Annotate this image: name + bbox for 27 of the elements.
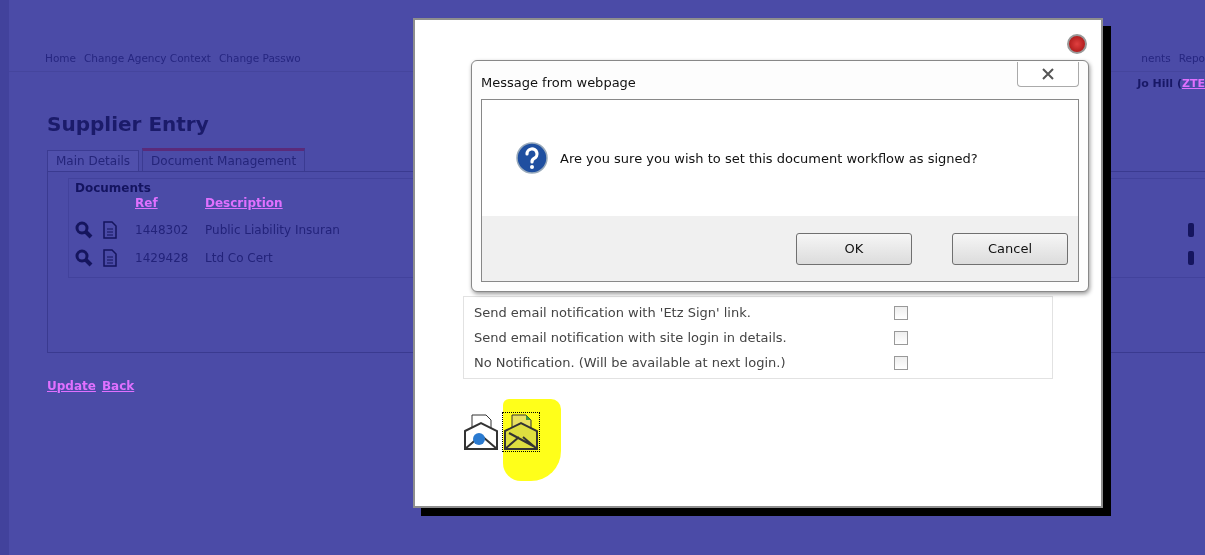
document-icon[interactable] xyxy=(103,249,117,267)
documents-legend: Documents xyxy=(75,181,1205,195)
document-icon[interactable] xyxy=(103,221,117,239)
page-link[interactable]: Back xyxy=(101,379,135,393)
close-button[interactable] xyxy=(1017,62,1079,87)
close-icon xyxy=(1041,68,1055,80)
column-header[interactable]: Ref xyxy=(135,196,205,210)
magnifier-icon[interactable] xyxy=(75,249,93,267)
checkbox[interactable] xyxy=(894,330,908,345)
user-name: Jo Hill ( xyxy=(1137,76,1182,90)
question-icon xyxy=(516,142,548,174)
alert-message: Are you sure you wish to set this document workflow as signed? xyxy=(560,150,978,166)
magnifier-icon[interactable] xyxy=(75,221,93,239)
option-label: Send email notification with site login in details. xyxy=(474,330,787,345)
envelope-icon[interactable] xyxy=(463,413,499,451)
option-label: Send email notification with 'Etz Sign' link. xyxy=(474,305,751,320)
alert-title: Message from webpage xyxy=(481,75,636,90)
dialog-button[interactable]: OK xyxy=(796,232,912,265)
close-icon[interactable] xyxy=(1067,34,1087,54)
checkbox[interactable] xyxy=(894,355,908,370)
checkbox[interactable] xyxy=(894,305,908,320)
dialog-button[interactable]: Cancel xyxy=(952,232,1068,265)
option-label: No Notification. (Will be available at next login.) xyxy=(474,355,786,370)
page-title: Supplier Entry xyxy=(47,112,210,136)
page-link[interactable]: Update xyxy=(47,379,96,393)
agency-link[interactable]: ZTE xyxy=(1182,76,1205,90)
envelope-icon[interactable] xyxy=(503,413,539,451)
